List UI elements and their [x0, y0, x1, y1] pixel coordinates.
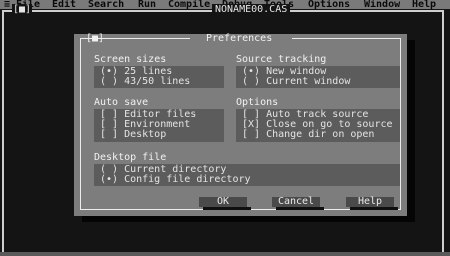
- desktop-file-group: ( ) Current directory (•) Config file di…: [94, 164, 400, 186]
- menu-options[interactable]: Options: [308, 0, 350, 9]
- radio-43-50-lines[interactable]: ( ) 43/50 lines: [100, 77, 190, 87]
- editor-close-button[interactable]: [■]: [12, 4, 33, 15]
- dialog-shadow: [82, 216, 415, 222]
- ok-button-shadow: [203, 207, 251, 210]
- auto-save-label: Auto save: [94, 97, 149, 108]
- help-button[interactable]: Help: [346, 197, 394, 207]
- menu-help[interactable]: Help: [412, 0, 436, 9]
- dialog-shadow: [407, 40, 415, 222]
- desktop-file-label: Desktop file: [94, 152, 167, 163]
- options-label: Options: [236, 97, 279, 108]
- dialog-border: [292, 38, 401, 39]
- checkbox-change-dir-on-open[interactable]: [ ] Change dir on open: [242, 130, 374, 140]
- editor-title: NONAME00.CAS: [212, 4, 291, 15]
- menu-window[interactable]: Window: [364, 0, 400, 9]
- source-tracking-group: (•) New window ( ) Current window: [236, 66, 400, 88]
- cancel-button-shadow: [276, 207, 324, 210]
- dialog-title: Preferences: [206, 33, 273, 44]
- radio-config-file-directory[interactable]: (•) Config file directory: [100, 175, 251, 185]
- system-menu[interactable]: ≡: [4, 0, 10, 9]
- screen-sizes-group: (•) 25 lines ( ) 43/50 lines: [94, 66, 224, 88]
- cancel-button[interactable]: Cancel: [272, 197, 320, 207]
- menu-edit[interactable]: Edit: [52, 0, 76, 9]
- status-line: [0, 252, 450, 256]
- source-tracking-label: Source tracking: [236, 54, 327, 65]
- help-button-shadow: [350, 207, 398, 210]
- options-group: [ ] Auto track source [X] Close on go to…: [236, 109, 400, 142]
- checkbox-desktop[interactable]: [ ] Desktop: [100, 130, 166, 140]
- menu-run[interactable]: Run: [138, 0, 156, 9]
- preferences-dialog: [■] Preferences Screen sizes (•) 25 line…: [74, 33, 407, 216]
- auto-save-group: [ ] Editor files [ ] Environment [ ] Des…: [94, 109, 224, 142]
- ok-button[interactable]: OK: [199, 197, 247, 207]
- menu-search[interactable]: Search: [88, 0, 124, 9]
- radio-current-window[interactable]: ( ) Current window: [242, 77, 350, 87]
- menu-compile[interactable]: Compile: [168, 0, 210, 9]
- screen-sizes-label: Screen sizes: [94, 54, 167, 65]
- dialog-close-button[interactable]: [■]: [86, 33, 104, 44]
